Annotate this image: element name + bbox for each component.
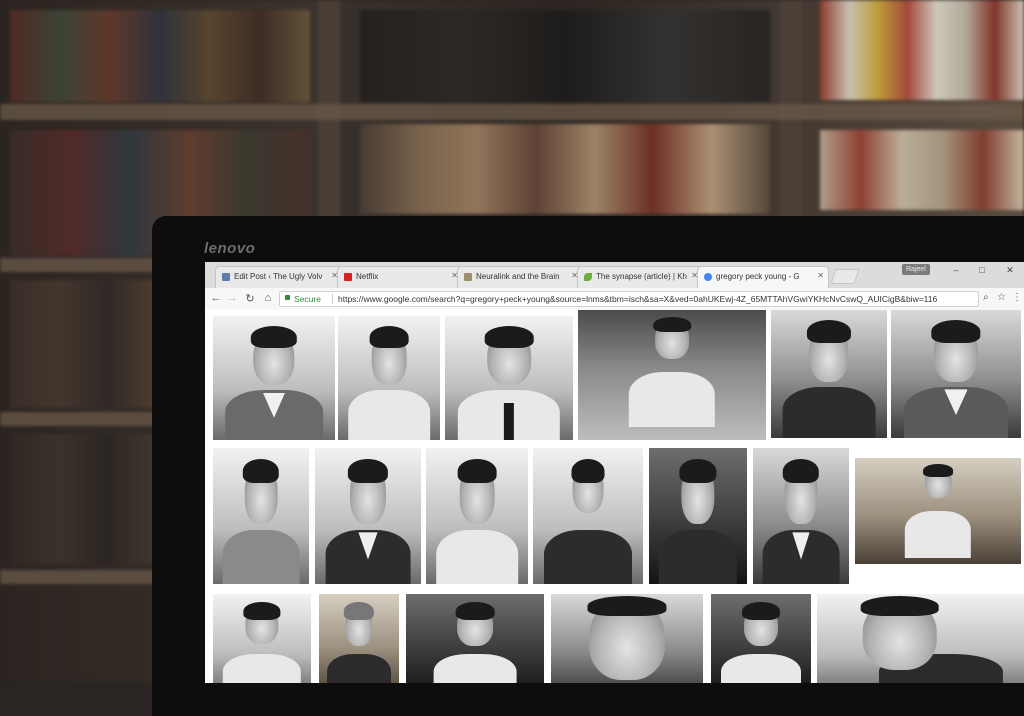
- tab-title: The synapse (article) | Kh: [596, 272, 688, 281]
- image-thumbnail[interactable]: [213, 316, 335, 440]
- books: [10, 434, 155, 564]
- image-thumbnail[interactable]: [338, 316, 440, 440]
- image-results-grid: [205, 310, 1024, 683]
- image-thumbnail[interactable]: [817, 594, 1024, 683]
- menu-icon[interactable]: ⋮: [1012, 292, 1022, 303]
- address-bar[interactable]: Secure https://www.google.com/search?q=g…: [279, 291, 979, 307]
- image-thumbnail[interactable]: [213, 448, 309, 584]
- image-thumbnail[interactable]: [649, 448, 747, 584]
- back-button[interactable]: ←: [209, 292, 223, 304]
- image-thumbnail[interactable]: [319, 594, 399, 683]
- tab-title: Neuralink and the Brain: [476, 272, 560, 281]
- image-thumbnail[interactable]: [315, 448, 421, 584]
- shelf-board: [0, 104, 1024, 120]
- image-thumbnail[interactable]: [406, 594, 544, 683]
- home-button[interactable]: ⌂: [261, 292, 275, 304]
- books: [10, 280, 155, 408]
- profile-badge[interactable]: Rajeel: [902, 264, 930, 275]
- shelf-board: [0, 258, 160, 272]
- reload-button[interactable]: ↻: [243, 292, 257, 305]
- tab-title: Netflix: [356, 272, 379, 281]
- tab-strip: Edit Post ‹ The Ugly Volv ✕ Netflix ✕ Ne…: [205, 262, 1024, 289]
- zoom-icon[interactable]: ⌕: [983, 292, 989, 303]
- image-thumbnail[interactable]: [711, 594, 811, 683]
- google-icon: [704, 273, 712, 281]
- image-thumbnail[interactable]: [213, 594, 311, 683]
- close-icon[interactable]: ✕: [817, 271, 824, 280]
- image-thumbnail[interactable]: [771, 310, 887, 438]
- maximize-button[interactable]: □: [971, 265, 993, 275]
- image-thumbnail[interactable]: [891, 310, 1021, 438]
- wordpress-icon: [222, 273, 230, 281]
- books: [820, 0, 1024, 100]
- laptop-screen: Edit Post ‹ The Ugly Volv ✕ Netflix ✕ Ne…: [205, 262, 1024, 683]
- laptop-brand-logo: lenovo: [204, 240, 256, 257]
- image-thumbnail[interactable]: [855, 458, 1021, 564]
- tab-google-search[interactable]: gregory peck young - G ✕: [697, 266, 829, 289]
- minimize-button[interactable]: –: [945, 265, 967, 275]
- leaf-icon: [584, 273, 592, 281]
- image-thumbnail[interactable]: [753, 448, 849, 584]
- divider: [332, 294, 333, 304]
- image-thumbnail[interactable]: [445, 316, 573, 440]
- books: [820, 130, 1024, 210]
- image-thumbnail[interactable]: [426, 448, 528, 584]
- tab-title: Edit Post ‹ The Ugly Volv: [234, 272, 323, 281]
- close-window-button[interactable]: ✕: [999, 265, 1021, 276]
- new-tab-button[interactable]: [830, 269, 860, 284]
- tab-netflix[interactable]: Netflix ✕: [337, 266, 463, 288]
- shelf-board: [0, 570, 160, 584]
- browser-toolbar: ← → ↻ ⌂ Secure https://www.google.com/se…: [205, 288, 1024, 311]
- netflix-icon: [344, 273, 352, 281]
- image-thumbnail[interactable]: [578, 310, 766, 440]
- shelf-board: [0, 412, 160, 426]
- forward-button[interactable]: →: [225, 292, 239, 304]
- books: [360, 10, 770, 102]
- image-thumbnail[interactable]: [533, 448, 643, 584]
- tab-title: gregory peck young - G: [716, 272, 800, 281]
- books: [360, 124, 770, 214]
- image-thumbnail[interactable]: [551, 594, 703, 683]
- tab-neuralink[interactable]: Neuralink and the Brain ✕: [457, 266, 583, 288]
- bookmark-star-icon[interactable]: ☆: [997, 292, 1006, 303]
- secure-label: Secure: [294, 294, 321, 304]
- books: [10, 10, 310, 102]
- tab-edit-post[interactable]: Edit Post ‹ The Ugly Volv ✕: [215, 266, 343, 288]
- page-icon: [464, 273, 472, 281]
- lock-icon: [285, 295, 290, 300]
- tab-synapse[interactable]: The synapse (article) | Kh ✕: [577, 266, 703, 288]
- url-text[interactable]: https://www.google.com/search?q=gregory+…: [338, 292, 937, 306]
